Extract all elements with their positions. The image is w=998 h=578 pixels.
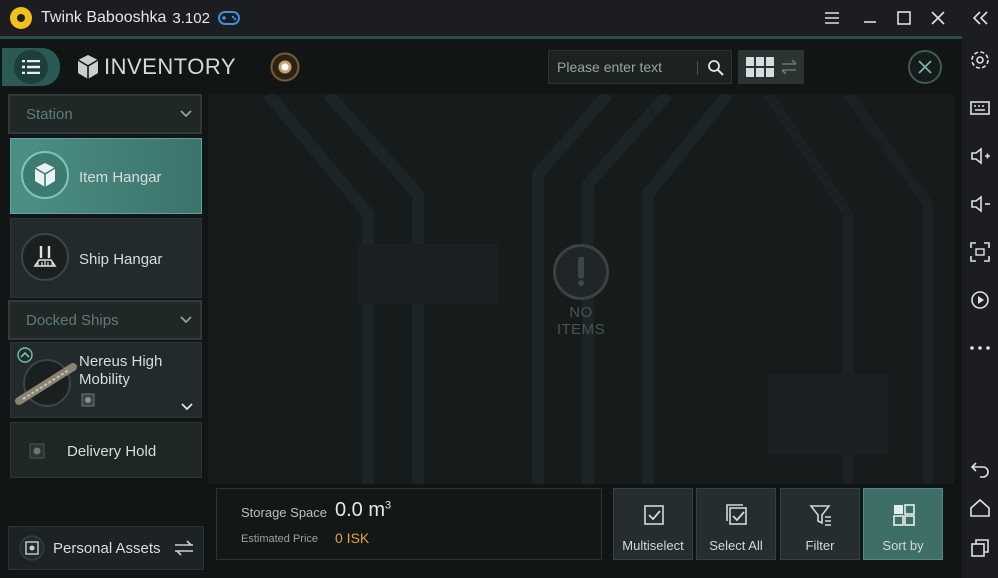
ship-hangar-icon (21, 233, 69, 281)
gamepad-icon[interactable] (217, 11, 240, 25)
ship-hangar-label: Ship Hangar (79, 251, 163, 268)
personal-assets-label: Personal Assets (53, 540, 161, 557)
view-toggle (738, 50, 804, 84)
multiselect-button[interactable]: Multiselect (613, 488, 693, 560)
screenshot-icon[interactable] (968, 240, 992, 264)
sort-by-label: Sort by (882, 538, 924, 553)
minimize-icon[interactable] (860, 8, 880, 28)
more-options-icon[interactable] (968, 336, 992, 360)
delivery-hold-icon (29, 443, 45, 459)
ship-module-icon (81, 393, 95, 407)
item-hangar-label: Item Hangar (79, 169, 162, 186)
search-icon[interactable] (707, 59, 725, 77)
chevron-down-icon[interactable] (181, 403, 193, 411)
inventory-header: INVENTORY (0, 44, 962, 90)
estimated-price-label: Estimated Price (241, 533, 319, 545)
app-version: 3.102 (172, 9, 210, 27)
warning-icon (553, 244, 609, 300)
maximize-icon[interactable] (894, 8, 914, 28)
volume-up-icon[interactable] (968, 144, 992, 168)
select-all-label: Select All (709, 538, 763, 553)
emulator-titlebar: Twink Babooshka 3.102 (0, 0, 962, 36)
station-section-header[interactable]: Station (8, 94, 202, 134)
ship-thumbnail-icon (15, 359, 77, 407)
sidebar-item-ship-hangar[interactable]: Ship Hangar (10, 218, 202, 298)
item-hangar-icon (21, 151, 69, 199)
close-inventory-button[interactable] (908, 50, 942, 84)
page-title: INVENTORY (104, 54, 237, 79)
select-all-button[interactable]: Select All (696, 488, 776, 560)
beacon-icon[interactable] (268, 50, 302, 84)
close-icon (918, 60, 932, 74)
no-items-text: NO ITEMS (556, 304, 606, 338)
back-icon[interactable] (968, 456, 992, 480)
station-label: Station (26, 105, 73, 123)
chevron-down-icon (180, 110, 192, 118)
multiselect-icon (644, 505, 664, 525)
grid-view-icon[interactable] (741, 53, 777, 81)
sort-by-button[interactable]: Sort by (863, 488, 943, 560)
empty-state: NO ITEMS (543, 244, 619, 338)
personal-assets-icon (19, 535, 45, 561)
keyboard-icon[interactable] (968, 96, 992, 120)
app-title: Twink Babooshka (41, 9, 167, 26)
search-divider (697, 61, 698, 75)
search-input[interactable] (549, 51, 699, 83)
filter-label: Filter (805, 538, 835, 553)
storage-space-label: Storage Space (241, 505, 328, 520)
storage-info-panel: Storage Space 0.0 m3 Estimated Price 0 I… (216, 488, 602, 560)
sidebar-item-docked-ship[interactable]: Nereus High Mobility (10, 342, 202, 418)
app-logo-icon (10, 7, 32, 29)
multiselect-label: Multiselect (622, 538, 684, 553)
main-menu-button[interactable] (2, 48, 60, 86)
settings-gear-icon[interactable] (968, 48, 992, 72)
personal-assets-button[interactable]: Personal Assets (8, 526, 204, 570)
sidebar-item-delivery-hold[interactable]: Delivery Hold (10, 422, 202, 478)
list-menu-icon (14, 50, 48, 84)
game-viewport: INVENTORY Station Item Hangar (0, 36, 962, 578)
close-window-icon[interactable] (928, 8, 948, 28)
location-sidebar: Station Item Hangar Ship Hangar Docked S… (8, 94, 204, 484)
search-box (548, 50, 732, 84)
sidebar-item-item-hangar[interactable]: Item Hangar (10, 138, 202, 214)
list-view-icon[interactable] (780, 58, 798, 76)
hamburger-menu-icon[interactable] (822, 8, 842, 28)
filter-icon (809, 505, 831, 526)
docked-ships-section-header[interactable]: Docked Ships (8, 300, 202, 340)
home-icon[interactable] (968, 496, 992, 520)
volume-down-icon[interactable] (968, 192, 992, 216)
docked-ships-label: Docked Ships (26, 311, 119, 329)
select-all-icon (726, 504, 747, 525)
collapse-toolbar-icon[interactable] (968, 6, 992, 30)
chevron-down-icon (180, 316, 192, 324)
ship-name-label: Nereus High Mobility (79, 353, 163, 388)
recent-apps-icon[interactable] (968, 536, 992, 560)
storage-space-value: 0.0 m3 (335, 499, 392, 521)
sort-icon (893, 504, 915, 526)
delivery-hold-label: Delivery Hold (67, 443, 157, 460)
top-accent-line (0, 36, 962, 39)
record-icon[interactable] (968, 288, 992, 312)
swap-arrows-icon (175, 540, 193, 556)
emulator-side-toolbar (962, 0, 998, 578)
filter-button[interactable]: Filter (780, 488, 860, 560)
inventory-cube-icon (77, 55, 99, 79)
estimated-price-value: 0 ISK (335, 530, 370, 546)
